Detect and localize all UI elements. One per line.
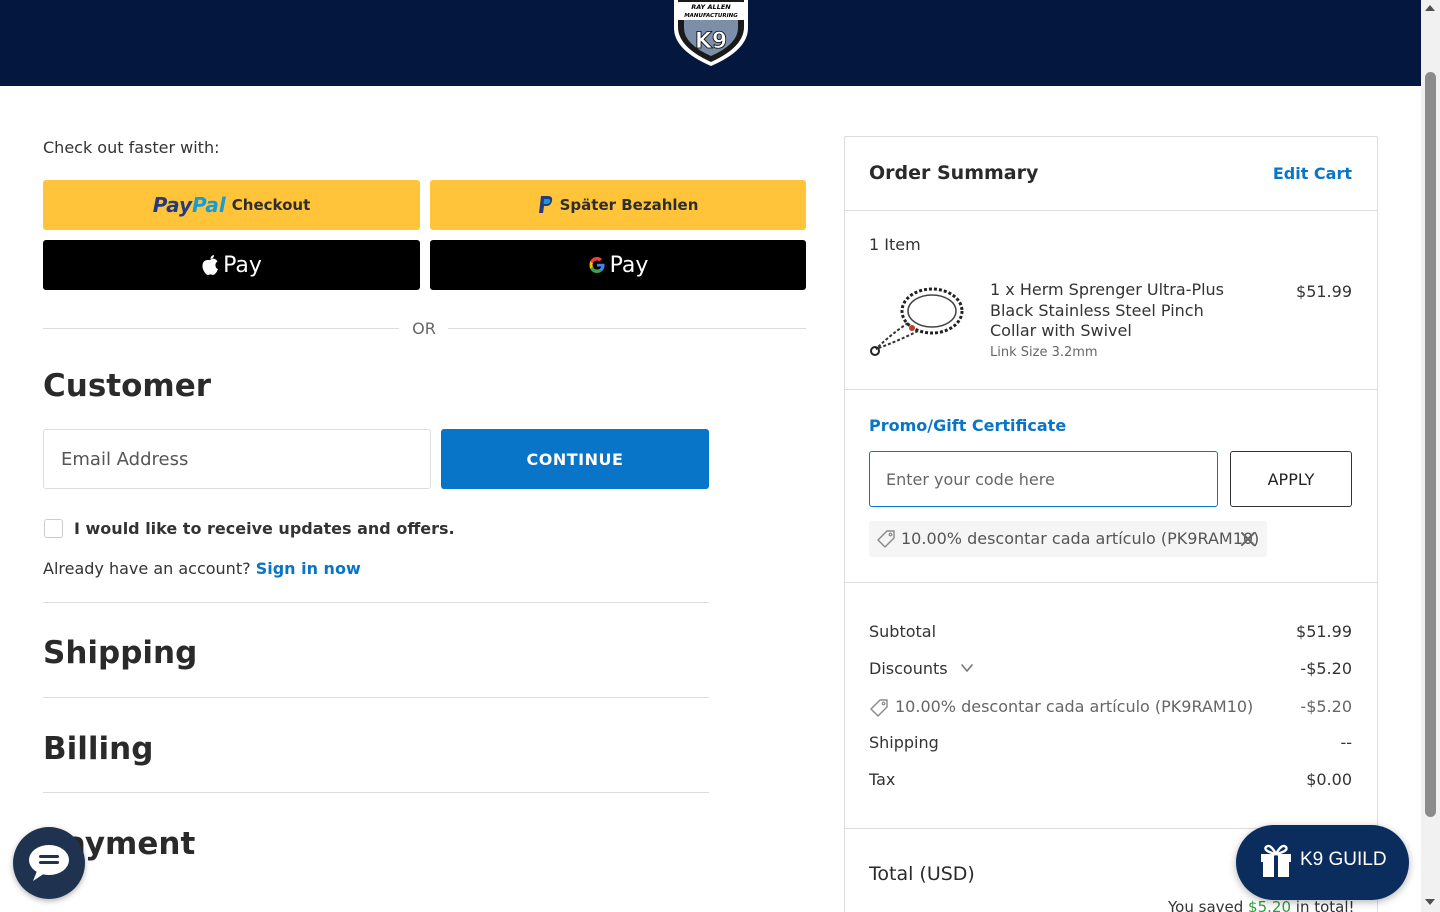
or-separator: OR — [412, 319, 436, 338]
summary-divider — [845, 389, 1377, 390]
apple-pay-button[interactable]: Pay — [43, 240, 420, 290]
item-count: 1 Item — [869, 235, 921, 254]
updates-checkbox[interactable] — [44, 519, 63, 538]
customer-heading: Customer — [43, 368, 212, 404]
applied-coupon-text: 10.00% descontar cada artículo (PK9RAM10… — [901, 529, 1260, 548]
summary-divider — [845, 210, 1377, 211]
scroll-up-arrow-icon[interactable] — [1425, 5, 1435, 11]
svg-text:RAY ALLEN: RAY ALLEN — [691, 3, 731, 11]
savings-prefix: You saved — [1168, 898, 1244, 912]
tax-value: $0.00 — [1306, 770, 1352, 789]
k9-logo[interactable]: RAY ALLEN MANUFACTURING K9 — [668, 0, 754, 68]
sign-in-link[interactable]: Sign in now — [256, 559, 361, 578]
apple-icon — [202, 255, 219, 276]
subtotal-value: $51.99 — [1296, 622, 1352, 641]
promo-toggle-link[interactable]: Promo/Gift Certificate — [869, 416, 1066, 435]
discount-detail-label: 10.00% descontar cada artículo (PK9RAM10… — [895, 697, 1254, 716]
edit-cart-link[interactable]: Edit Cart — [1260, 164, 1352, 183]
chevron-down-icon[interactable] — [960, 661, 974, 675]
savings-amount: $5.20 — [1248, 898, 1291, 912]
email-field[interactable] — [43, 429, 431, 489]
k9-guild-label[interactable]: K9 GUILD — [1300, 849, 1387, 871]
paypal-logo: PayPal — [152, 193, 226, 217]
order-summary-title: Order Summary — [869, 162, 1039, 184]
total-label: Total (USD) — [869, 863, 975, 885]
section-divider — [43, 602, 709, 603]
paypal-p-icon — [538, 196, 552, 213]
section-divider — [43, 792, 709, 793]
promo-code-input[interactable] — [869, 451, 1218, 507]
product-price: $51.99 — [1296, 282, 1352, 301]
or-divider-left — [43, 328, 399, 329]
tag-icon — [877, 530, 895, 548]
site-header: RAY ALLEN MANUFACTURING K9 — [0, 0, 1421, 86]
paypal-checkout-label: Checkout — [231, 196, 311, 214]
discount-detail-value: -$5.20 — [1300, 697, 1352, 716]
continue-button[interactable]: CONTINUE — [441, 429, 709, 489]
tax-label: Tax — [869, 770, 896, 789]
product-option: Link Size 3.2mm — [990, 345, 1098, 360]
summary-divider — [845, 582, 1377, 583]
svg-text:K9: K9 — [695, 29, 727, 54]
shipping-heading[interactable]: Shipping — [43, 635, 197, 671]
section-divider — [43, 697, 709, 698]
subtotal-label: Subtotal — [869, 622, 937, 641]
chat-widget-button[interactable] — [13, 827, 85, 899]
savings-note: You saved $5.20 in total! — [1168, 898, 1355, 912]
shipping-value: -- — [1340, 733, 1352, 752]
apple-pay-label: Pay — [223, 252, 262, 278]
tag-icon — [870, 699, 888, 717]
savings-suffix: in total! — [1295, 898, 1355, 912]
scroll-down-arrow-icon[interactable] — [1425, 899, 1435, 905]
product-thumbnail — [870, 287, 964, 356]
chat-bubble-icon — [29, 845, 69, 881]
account-prompt: Already have an account? Sign in now — [43, 559, 361, 578]
shipping-label: Shipping — [869, 733, 939, 752]
google-pay-label: Pay — [609, 252, 649, 278]
or-divider-right — [448, 328, 806, 329]
account-prompt-text: Already have an account? — [43, 559, 251, 578]
google-pay-button[interactable]: Pay — [430, 240, 806, 290]
google-icon — [589, 257, 605, 273]
gift-icon — [1261, 844, 1291, 877]
billing-heading[interactable]: Billing — [43, 731, 153, 767]
pay-later-label: Später Bezahlen — [559, 196, 699, 214]
page-scrollbar[interactable] — [1421, 0, 1440, 912]
svg-text:MANUFACTURING: MANUFACTURING — [684, 13, 738, 19]
scroll-thumb[interactable] — [1425, 72, 1436, 817]
apply-promo-button[interactable]: APPLY — [1230, 451, 1352, 507]
discounts-value: -$5.20 — [1300, 659, 1352, 678]
close-icon[interactable] — [1238, 529, 1258, 549]
paypal-checkout-button[interactable]: PayPal Checkout — [43, 180, 420, 230]
paypal-pay-later-button[interactable]: Später Bezahlen — [430, 180, 806, 230]
product-name: 1 x Herm Sprenger Ultra-Plus Black Stain… — [990, 280, 1225, 340]
discounts-toggle[interactable]: Discounts — [869, 659, 948, 678]
updates-checkbox-label[interactable]: I would like to receive updates and offe… — [74, 519, 455, 538]
checkout-faster-label: Check out faster with: — [43, 138, 220, 157]
